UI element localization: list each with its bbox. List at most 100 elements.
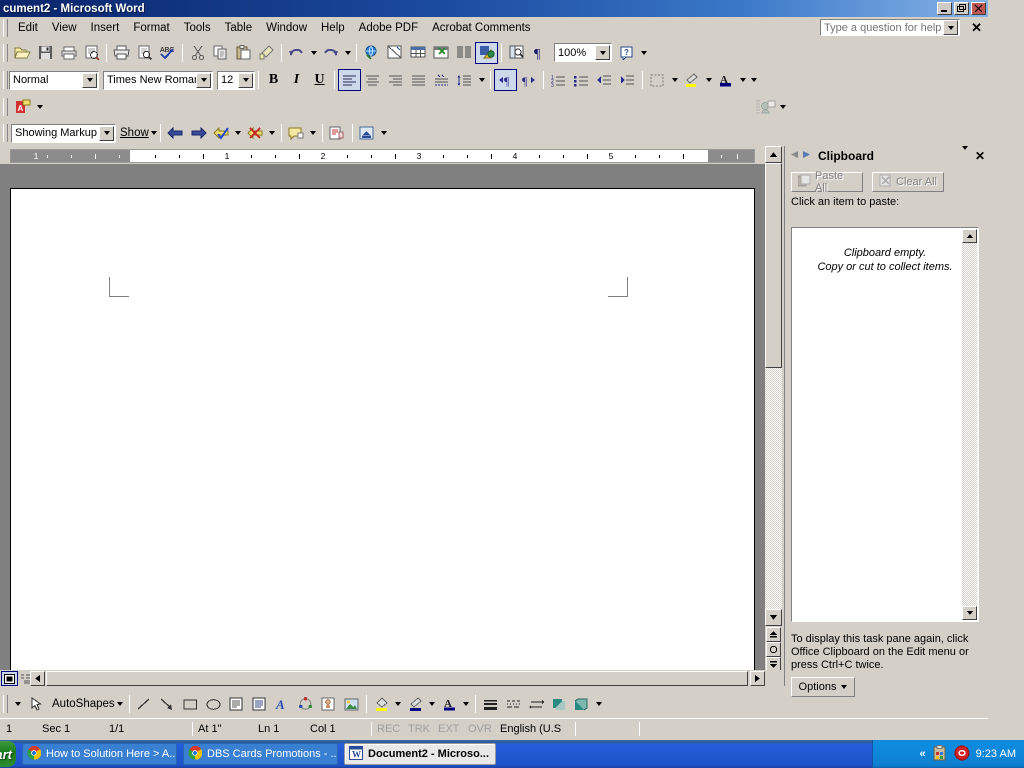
font-color-dropdown-icon[interactable] — [737, 69, 748, 91]
preview-search-icon[interactable] — [133, 42, 156, 64]
style-combo[interactable]: Normal — [9, 70, 99, 90]
drawing-toolbar-overflow-icon[interactable] — [594, 693, 605, 715]
menu-item-adobe-pdf[interactable]: Adobe PDF — [352, 20, 425, 36]
paste-all-button[interactable]: Paste All — [791, 170, 863, 194]
font-color-icon[interactable]: A — [438, 693, 461, 715]
status-rec[interactable]: REC — [375, 723, 406, 735]
autoshapes-caret-icon[interactable] — [116, 702, 123, 706]
show-menu-caret-icon[interactable] — [150, 131, 157, 135]
arrow-icon[interactable] — [156, 693, 179, 715]
zoom-combo[interactable]: 100% — [554, 43, 612, 62]
menu-item-acrobat-comments[interactable]: Acrobat Comments — [425, 20, 537, 36]
office-clipboard-tray-icon[interactable] — [932, 744, 948, 764]
arrow-style-icon[interactable] — [525, 693, 548, 715]
system-tray[interactable]: « 9:23 AM — [872, 740, 1024, 768]
menu-bar[interactable]: Edit View Insert Format Tools Table Wind… — [0, 17, 988, 39]
dash-style-icon[interactable] — [502, 693, 525, 715]
clipboard-task-pane[interactable]: Clipboard ✕ Paste All Clear All Click an… — [784, 146, 989, 697]
format-painter-icon[interactable] — [255, 42, 278, 64]
save-icon[interactable] — [34, 42, 57, 64]
title-bar[interactable]: cument2 - Microsoft Word — [0, 0, 988, 17]
numbered-list-icon[interactable]: 123 — [547, 69, 570, 91]
copy-icon[interactable] — [209, 42, 232, 64]
convert-to-adobe-pdf-icon[interactable]: A — [11, 96, 34, 118]
menu-item-insert[interactable]: Insert — [84, 20, 127, 36]
highlight-icon[interactable] — [680, 69, 703, 91]
menu-item-view[interactable]: View — [45, 20, 84, 36]
horizontal-ruler[interactable]: 1 1 2 3 4 5 — [0, 146, 765, 314]
font-color-icon[interactable]: A — [714, 69, 737, 91]
ask-a-question-input[interactable] — [821, 20, 943, 35]
task-pane-menu-caret-icon[interactable] — [961, 146, 968, 162]
document-page[interactable] — [10, 188, 755, 670]
standard-toolbar-overflow-icon[interactable] — [638, 42, 649, 64]
line-spacing-dropdown-icon[interactable] — [476, 69, 487, 91]
italic-button[interactable]: I — [285, 69, 308, 91]
vertical-scrollbar-thumb[interactable] — [765, 163, 782, 368]
rtl-text-direction-icon[interactable]: ¶ — [517, 69, 540, 91]
undo-icon[interactable] — [285, 42, 308, 64]
horizontal-scrollbar[interactable] — [30, 671, 765, 686]
style-dropdown-icon[interactable] — [82, 72, 97, 88]
insert-hyperlink-icon[interactable] — [360, 42, 383, 64]
line-style-icon[interactable] — [479, 693, 502, 715]
clipboard-items-list[interactable]: Clipboard empty. Copy or cut to collect … — [791, 227, 979, 622]
start-button[interactable]: art — [0, 741, 16, 767]
display-for-review-combo[interactable]: Showing Markup — [11, 123, 116, 143]
document-map-icon[interactable] — [505, 42, 528, 64]
borders-dropdown-icon[interactable] — [669, 69, 680, 91]
new-comment-icon[interactable] — [285, 122, 308, 144]
scroll-up-button[interactable] — [765, 146, 782, 163]
minimize-button[interactable] — [937, 2, 952, 15]
ruler-scale[interactable]: 1 1 2 3 4 5 — [10, 149, 755, 163]
accept-change-icon[interactable] — [210, 122, 233, 144]
3d-style-icon[interactable] — [571, 693, 594, 715]
standard-toolbar-grip[interactable] — [1, 43, 9, 63]
antivirus-tray-icon[interactable] — [954, 745, 970, 764]
font-dropdown-icon[interactable] — [196, 72, 211, 88]
clipboard-scroll-up-button[interactable] — [962, 229, 977, 243]
font-combo[interactable]: Times New Roman — [103, 70, 213, 90]
diagram-icon[interactable] — [294, 693, 317, 715]
help-icon[interactable]: ? — [615, 42, 638, 64]
select-browse-object-button[interactable] — [766, 642, 781, 657]
insert-table-icon[interactable] — [406, 42, 429, 64]
line-icon[interactable] — [133, 693, 156, 715]
formatting-toolbar-grip[interactable] — [1, 70, 9, 90]
autoshapes-menu-button[interactable]: AutoShapes — [48, 698, 119, 710]
reject-change-dropdown-icon[interactable] — [267, 122, 278, 144]
menu-item-help[interactable]: Help — [314, 20, 352, 36]
send-to-mail-recipient-icon[interactable] — [356, 122, 379, 144]
menu-item-tools[interactable]: Tools — [177, 20, 218, 36]
reviewing-toolbar-overflow-icon[interactable] — [379, 122, 390, 144]
close-button[interactable] — [971, 2, 986, 15]
task-pane-close-button[interactable]: ✕ — [975, 149, 985, 163]
highlight-dropdown-icon[interactable] — [703, 69, 714, 91]
paste-icon[interactable] — [232, 42, 255, 64]
line-color-dropdown-icon[interactable] — [427, 693, 438, 715]
close-document-button[interactable]: ✕ — [971, 20, 982, 36]
line-color-icon[interactable] — [404, 693, 427, 715]
open-icon[interactable] — [11, 42, 34, 64]
insert-excel-icon[interactable] — [429, 42, 452, 64]
line-spacing-icon[interactable] — [453, 69, 476, 91]
new-comment-dropdown-icon[interactable] — [308, 122, 319, 144]
print2-icon[interactable] — [110, 42, 133, 64]
redo-icon[interactable] — [319, 42, 342, 64]
drawing-toolbar-grip[interactable] — [1, 694, 9, 714]
vertical-text-box-icon[interactable] — [248, 693, 271, 715]
show-formatting-icon[interactable]: ¶ — [528, 42, 551, 64]
zoom-dropdown-icon[interactable] — [595, 45, 610, 60]
fill-color-icon[interactable] — [370, 693, 393, 715]
status-language[interactable]: English (U.S — [498, 723, 563, 735]
scroll-right-button[interactable] — [750, 671, 765, 686]
clipboard-scrollbar[interactable] — [962, 229, 977, 620]
columns-icon[interactable] — [452, 42, 475, 64]
clear-all-button[interactable]: Clear All — [872, 172, 944, 192]
ask-a-question-box[interactable] — [820, 19, 960, 36]
formatting-toolbar-overflow-icon[interactable] — [748, 69, 759, 91]
send-for-review-icon[interactable] — [754, 96, 777, 118]
cut-icon[interactable] — [186, 42, 209, 64]
formatting-toolbar[interactable]: Normal Times New Roman 12 B I U ¶ ¶ 1 2 … — [0, 66, 988, 94]
drawing-icon[interactable] — [475, 41, 498, 64]
